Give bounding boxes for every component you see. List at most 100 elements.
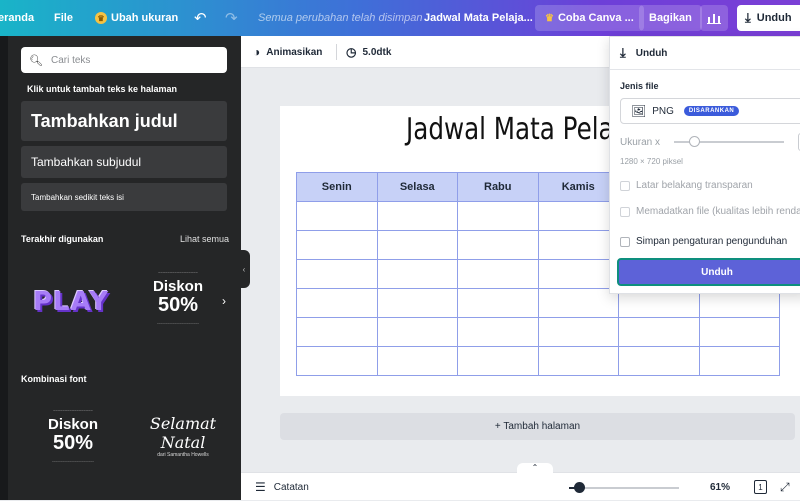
notes-button[interactable]: ☰ Catatan [255, 473, 309, 501]
table-cell[interactable] [537, 346, 619, 376]
recent-template-play[interactable]: PLAY [21, 264, 121, 339]
download-button-label: Unduh [756, 12, 792, 24]
zoom-slider-track[interactable] [569, 487, 679, 489]
natal-line2: Natal [160, 433, 206, 452]
table-cell[interactable] [376, 288, 458, 318]
redo-icon[interactable]: ↷ [225, 0, 238, 36]
save-settings-label: Simpan pengaturan pengunduhan [636, 236, 788, 247]
sidebar-rail [0, 36, 8, 500]
table-cell[interactable] [376, 317, 458, 347]
table-cell[interactable] [457, 201, 539, 231]
insights-button[interactable] [700, 5, 728, 31]
see-all-link[interactable]: Lihat semua [180, 234, 229, 244]
chevron-right-icon[interactable]: › [222, 294, 226, 308]
table-header-cell[interactable]: Selasa [376, 172, 458, 202]
page-count-button[interactable]: 1 [754, 480, 767, 494]
try-canva-label: Coba Canva ... [557, 12, 634, 24]
animate-icon: ◑ [253, 45, 261, 59]
share-button[interactable]: Bagikan [639, 5, 702, 31]
template-fine-print: ~~~~~~~~~~~~~~~~~ [158, 270, 198, 275]
combo-template-diskon[interactable]: ~~~~~~~~~~~~~~~~~ Diskon 50% ~~~~~~~~~~~… [23, 408, 123, 478]
file-menu-button[interactable]: File [54, 0, 73, 36]
try-canva-pro-button[interactable]: ♛ Coba Canva ... [535, 5, 644, 31]
search-input[interactable]: 🔍︎ Cari teks [21, 47, 227, 73]
table-header-cell[interactable]: Rabu [457, 172, 539, 202]
home-button[interactable]: eranda [0, 0, 34, 36]
download-confirm-button[interactable]: Unduh [617, 258, 800, 286]
table-cell[interactable] [296, 317, 378, 347]
template-diskon-text: Diskon [47, 416, 98, 433]
natal-byline: dari Samantha Howells [157, 452, 209, 458]
compress-file-label: Memadatkan file (kualitas lebih renda [636, 206, 800, 217]
table-cell[interactable] [457, 259, 539, 289]
checkbox-box[interactable] [620, 206, 630, 217]
checkbox-box[interactable] [620, 180, 630, 191]
table-cell[interactable] [296, 346, 378, 376]
template-fine-print: ~~~~~~~~~~~~~~~~~ [53, 408, 93, 413]
table-cell[interactable] [457, 317, 539, 347]
table-cell[interactable] [698, 317, 780, 347]
transparent-bg-checkbox[interactable]: Latar belakang transparan [620, 180, 753, 191]
fullscreen-icon[interactable]: ⤢ [780, 473, 790, 501]
table-cell[interactable] [698, 346, 780, 376]
add-body-text-button[interactable]: Tambahkan sedikit teks isi [21, 183, 227, 211]
table-cell[interactable] [537, 201, 619, 231]
table-cell[interactable] [296, 230, 378, 260]
recent-template-diskon[interactable]: ~~~~~~~~~~~~~~~~~ Diskon 50% ~~~~~~~~~~~… [133, 264, 223, 339]
zoom-level[interactable]: 61% [710, 473, 730, 501]
template-diskon-text: Diskon [152, 278, 203, 295]
crown-icon: ♛ [545, 12, 554, 24]
add-subheading-button[interactable]: Tambahkan subjudul [21, 146, 227, 178]
table-cell[interactable] [537, 230, 619, 260]
animate-button[interactable]: ◑ Animasikan [253, 36, 322, 68]
table-cell[interactable] [537, 259, 619, 289]
panel-hint: Klik untuk tambah teks ke halaman [27, 84, 178, 94]
toolbar-divider [336, 44, 337, 60]
table-cell[interactable] [457, 288, 539, 318]
table-cell[interactable] [296, 288, 378, 318]
table-cell[interactable] [376, 201, 458, 231]
checkbox-box[interactable] [620, 236, 630, 247]
collapse-panel-handle[interactable]: ‹ [238, 250, 250, 288]
table-cell[interactable] [618, 317, 700, 347]
bottom-bar: ☰ Catatan ⌃ 61% 1 ⤢ [241, 463, 800, 501]
download-panel-title: Unduh [635, 47, 668, 59]
image-icon: 🖼︎ [631, 104, 647, 118]
undo-icon[interactable]: ↶ [194, 0, 207, 36]
recent-section-title: Terakhir digunakan [21, 234, 104, 244]
add-page-button[interactable]: + Tambah halaman [280, 413, 795, 440]
notes-icon: ☰ [255, 480, 266, 494]
document-title[interactable]: Jadwal Mata Pelaja... [424, 0, 533, 36]
table-cell[interactable] [457, 230, 539, 260]
file-type-select[interactable]: 🖼︎ PNG DISARANKAN [620, 98, 800, 124]
table-cell[interactable] [618, 346, 700, 376]
table-cell[interactable] [537, 317, 619, 347]
top-bar: eranda File ♛ Ubah ukuran ↶ ↷ Semua peru… [0, 0, 800, 36]
template-fine-print: ~~~~~~~~~~~~~~~~~~~~~~~~ [156, 321, 200, 325]
table-header-cell[interactable]: Kamis [537, 172, 619, 202]
duration-button[interactable]: ◷ 5.0dtk [346, 36, 391, 68]
size-slider-knob[interactable] [689, 136, 700, 147]
save-settings-checkbox[interactable]: Simpan pengaturan pengunduhan [620, 236, 787, 247]
search-placeholder: Cari teks [50, 54, 91, 66]
table-cell[interactable] [457, 346, 539, 376]
table-cell[interactable] [296, 259, 378, 289]
table-header-cell[interactable]: Senin [296, 172, 378, 202]
compress-file-checkbox[interactable]: Memadatkan file (kualitas lebih renda [620, 206, 800, 217]
download-panel-header: ⤓ Unduh [620, 45, 667, 61]
table-cell[interactable] [537, 288, 619, 318]
download-button[interactable]: ⤓ Unduh [737, 5, 800, 31]
table-row [296, 317, 780, 347]
resize-button[interactable]: ♛ Ubah ukuran [95, 0, 178, 36]
size-label: Ukuran x [620, 137, 661, 148]
table-cell[interactable] [376, 230, 458, 260]
chevron-up-icon[interactable]: ⌃ [517, 463, 553, 475]
combo-template-natal[interactable]: Selamat Natal dari Samantha Howells [133, 414, 233, 484]
table-cell[interactable] [376, 346, 458, 376]
download-icon: ⤓ [620, 45, 626, 60]
table-cell[interactable] [376, 259, 458, 289]
add-heading-button[interactable]: Tambahkan judul [21, 101, 227, 141]
download-icon: ⤓ [745, 10, 751, 25]
table-cell[interactable] [296, 201, 378, 231]
zoom-slider-knob[interactable] [573, 482, 585, 493]
